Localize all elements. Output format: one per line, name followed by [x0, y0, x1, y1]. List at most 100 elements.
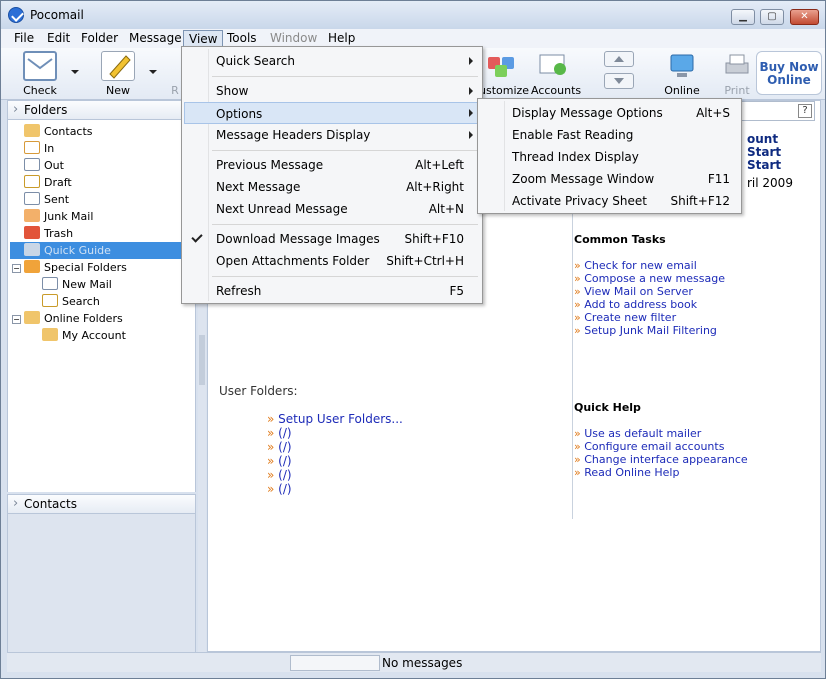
folder-junk-mail[interactable]: Junk Mail [24, 208, 93, 225]
menu-file[interactable]: File [9, 30, 39, 47]
new-dropdown-icon[interactable] [149, 70, 157, 74]
minimize-button[interactable]: ▁ [731, 9, 755, 25]
user-folder-link[interactable]: » (/) [267, 482, 292, 496]
arrow-icon: » [574, 466, 581, 479]
help-link[interactable]: » Configure email accounts [574, 440, 724, 453]
inbox-icon [24, 141, 40, 154]
menu-item-next-unread-message[interactable]: Next Unread Message Alt+N [184, 198, 480, 220]
help-button[interactable]: ? [798, 104, 812, 118]
buy-now-online-button[interactable]: Buy Now Online [756, 51, 822, 95]
user-folder-link[interactable]: » (/) [267, 468, 292, 482]
folder-online-folders[interactable]: − Online Folders [12, 310, 123, 327]
menu-item-download-message-images[interactable]: Download Message Images Shift+F10 [184, 228, 480, 250]
menu-item-thread-index-display[interactable]: Thread Index Display [480, 146, 739, 168]
arrow-icon: » [267, 468, 275, 482]
customize-button[interactable]: ustomize [479, 51, 529, 97]
arrow-down-button[interactable] [604, 73, 634, 89]
menu-item-enable-fast-reading[interactable]: Enable Fast Reading [480, 124, 739, 146]
arrow-up-button[interactable] [604, 51, 634, 67]
menu-separator [212, 76, 478, 77]
menu-item-quick-search[interactable]: Quick Search [184, 50, 480, 72]
task-link[interactable]: » View Mail on Server [574, 285, 693, 298]
print-button[interactable]: Print [717, 51, 757, 97]
quick-help-title: Quick Help [574, 401, 641, 414]
contacts-header[interactable]: Contacts [7, 494, 196, 514]
folder-my-account[interactable]: My Account [42, 327, 126, 344]
online-monitor-icon [665, 51, 699, 81]
menu-item-label: Quick Search [216, 54, 295, 68]
task-link[interactable]: » Setup Junk Mail Filtering [574, 324, 717, 337]
menu-separator [212, 276, 478, 277]
help-link[interactable]: » Change interface appearance [574, 453, 748, 466]
envelope-check-icon [23, 51, 57, 81]
menu-item-label: Show [216, 84, 249, 98]
folder-search[interactable]: Search [42, 293, 100, 310]
menu-item-open-attachments-folder[interactable]: Open Attachments Folder Shift+Ctrl+H [184, 250, 480, 272]
help-link[interactable]: » Read Online Help [574, 466, 679, 479]
contacts-icon [24, 124, 40, 137]
menu-help[interactable]: Help [323, 30, 360, 47]
folder-out[interactable]: Out [24, 157, 64, 174]
check-label: Check [23, 84, 57, 97]
folder-quick-guide[interactable]: Quick Guide [10, 242, 182, 259]
folders-header[interactable]: Folders [7, 100, 196, 120]
accounts-button[interactable]: Accounts [531, 51, 581, 97]
menu-item-message-headers-display[interactable]: Message Headers Display [184, 124, 480, 146]
contacts-title: Contacts [24, 497, 77, 511]
menu-edit[interactable]: Edit [42, 30, 75, 47]
user-folder-link[interactable]: » (/) [267, 426, 292, 440]
menu-tools[interactable]: Tools [222, 30, 262, 47]
menu-item-next-message[interactable]: Next Message Alt+Right [184, 176, 480, 198]
task-link[interactable]: » Create new filter [574, 311, 676, 324]
user-folder-link[interactable]: » (/) [267, 440, 292, 454]
menu-item-label: Previous Message [216, 158, 324, 172]
folder-draft[interactable]: Draft [24, 174, 72, 191]
task-label: View Mail on Server [584, 285, 693, 298]
start-link-2[interactable]: Start [747, 158, 781, 172]
folder-contacts[interactable]: Contacts [24, 123, 93, 140]
online-button[interactable]: Online [661, 51, 703, 97]
draft-icon [24, 175, 40, 188]
folder-trash[interactable]: Trash [24, 225, 73, 242]
folder-label: Special Folders [44, 261, 127, 274]
menu-item-activate-privacy-sheet[interactable]: Activate Privacy Sheet Shift+F12 [480, 190, 739, 212]
help-link[interactable]: » Use as default mailer [574, 427, 701, 440]
buy-now-line1: Buy Now [759, 60, 819, 74]
menu-view[interactable]: View [183, 30, 224, 47]
check-button[interactable]: Check [19, 51, 61, 97]
menu-message[interactable]: Message [124, 30, 187, 47]
menu-folder[interactable]: Folder [76, 30, 123, 47]
help-label: Change interface appearance [584, 453, 748, 466]
collapse-icon[interactable]: − [12, 315, 21, 324]
maximize-button[interactable]: ▢ [760, 9, 784, 25]
folder-special-folders[interactable]: − Special Folders [12, 259, 127, 276]
task-link[interactable]: » Add to address book [574, 298, 697, 311]
common-tasks-title: Common Tasks [574, 233, 666, 246]
menu-item-display-message-options[interactable]: Display Message Options Alt+S [480, 102, 739, 124]
folder-label: Contacts [44, 125, 93, 138]
menu-item-shortcut: Alt+N [428, 202, 464, 216]
menu-item-show[interactable]: Show [184, 80, 480, 102]
task-link[interactable]: » Compose a new message [574, 272, 725, 285]
user-folder-link[interactable]: » Setup User Folders... [267, 412, 403, 426]
collapse-icon[interactable]: − [12, 264, 21, 273]
menu-item-options[interactable]: Options [184, 102, 480, 124]
menu-item-previous-message[interactable]: Previous Message Alt+Left [184, 154, 480, 176]
menu-item-refresh[interactable]: Refresh F5 [184, 280, 480, 302]
menu-item-shortcut: Alt+S [696, 106, 730, 120]
folder-new-mail[interactable]: New Mail [42, 276, 112, 293]
start-link-1[interactable]: Start [747, 145, 781, 159]
user-folder-link[interactable]: » (/) [267, 454, 292, 468]
task-link[interactable]: » Check for new email [574, 259, 697, 272]
folder-in[interactable]: In [24, 140, 54, 157]
new-button[interactable]: New [97, 51, 139, 97]
menu-item-zoom-message-window[interactable]: Zoom Message Window F11 [480, 168, 739, 190]
contacts-panel [7, 514, 196, 652]
reply-label: R [171, 84, 179, 97]
menu-window[interactable]: Window [265, 30, 322, 47]
folder-sent[interactable]: Sent [24, 191, 69, 208]
close-button[interactable]: ✕ [790, 9, 819, 25]
arrow-icon: » [574, 298, 581, 311]
check-dropdown-icon[interactable] [71, 70, 79, 74]
account-link[interactable]: ount [747, 132, 778, 146]
